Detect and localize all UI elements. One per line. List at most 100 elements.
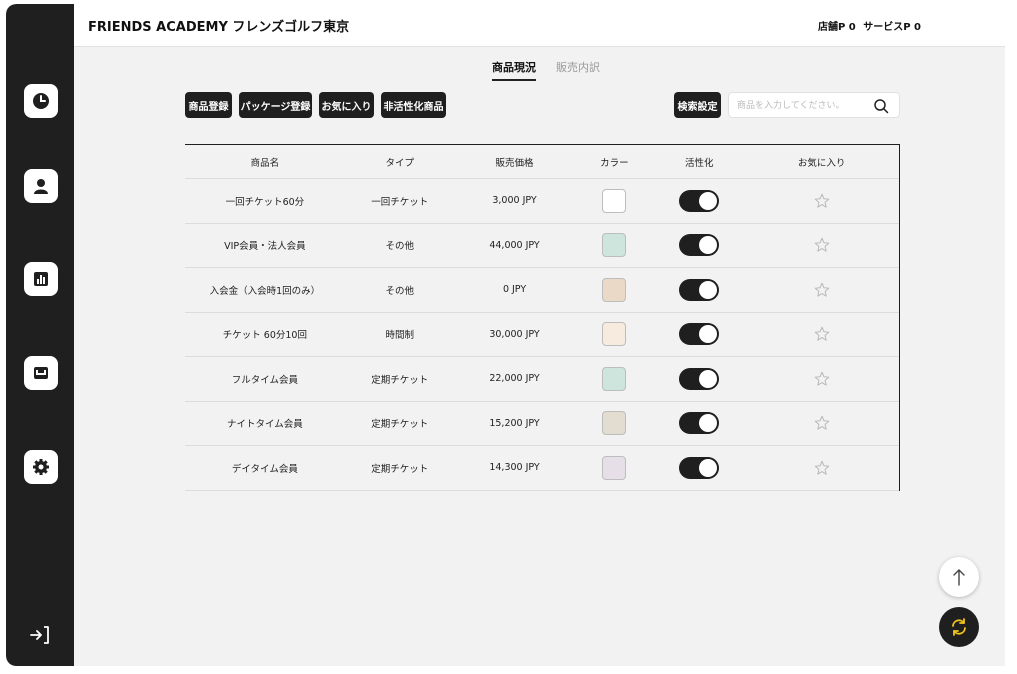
toggle-knob xyxy=(699,458,718,477)
color-cell xyxy=(574,411,654,436)
table-header-row: 商品名 タイプ 販売価格 カラー 活性化 お気に入り xyxy=(185,145,899,179)
active-cell xyxy=(654,189,744,212)
refresh-icon xyxy=(952,618,966,636)
color-swatch[interactable] xyxy=(602,188,627,213)
points-display: 店舗P 0 サービスP 0 xyxy=(814,18,921,33)
product-type: 定期チケット xyxy=(371,463,429,475)
color-swatch[interactable] xyxy=(602,455,627,480)
table-row[interactable]: デイタイム会員 定期チケット 14,300 JPY xyxy=(185,446,899,491)
active-toggle[interactable] xyxy=(679,412,720,435)
register-package-button[interactable]: パッケージ登録 xyxy=(239,92,312,118)
table-row[interactable]: 入会金（入会時1回のみ） その他 0 JPY xyxy=(185,268,899,313)
color-swatch[interactable] xyxy=(602,277,627,302)
star-icon[interactable] xyxy=(813,192,831,210)
active-cell xyxy=(654,367,744,390)
column-header: 商品名 xyxy=(250,157,280,169)
favorite-cell xyxy=(744,192,899,210)
active-cell xyxy=(654,323,744,346)
search-settings-button[interactable]: 検索設定 xyxy=(674,92,721,118)
favorite-cell xyxy=(744,459,899,477)
search-box xyxy=(728,92,900,118)
arrow-up-icon xyxy=(953,569,965,586)
gear-icon xyxy=(33,459,49,475)
star-icon[interactable] xyxy=(813,236,831,254)
table-row[interactable]: 一回チケット60分 一回チケット 3,000 JPY xyxy=(185,179,899,224)
column-header: お気に入り xyxy=(797,157,846,169)
active-toggle[interactable] xyxy=(679,189,720,212)
active-toggle[interactable] xyxy=(679,278,720,301)
sidebar-item-schedule[interactable] xyxy=(24,84,58,118)
active-cell xyxy=(654,278,744,301)
favorite-cell xyxy=(744,281,899,299)
toggle-knob xyxy=(699,191,718,210)
logout-icon[interactable] xyxy=(28,623,52,647)
product-table: 商品名 タイプ 販売価格 カラー 活性化 お気に入り 一回チケット60分 一回チケ… xyxy=(185,144,900,491)
active-toggle[interactable] xyxy=(679,323,720,346)
color-swatch[interactable] xyxy=(602,411,627,436)
brand-title: FRIENDS ACADEMY フレンズゴルフ東京 xyxy=(88,20,350,35)
toggle-knob xyxy=(699,236,718,255)
product-price: 30,000 JPY xyxy=(489,328,540,340)
column-header: 販売価格 xyxy=(495,157,534,169)
favorites-button[interactable]: お気に入り xyxy=(319,92,374,118)
inactive-products-button[interactable]: 非活性化商品 xyxy=(381,92,446,118)
star-icon[interactable] xyxy=(813,459,831,477)
color-cell xyxy=(574,366,654,391)
product-price: 14,300 JPY xyxy=(489,462,540,474)
search-input[interactable] xyxy=(737,98,867,114)
active-toggle[interactable] xyxy=(679,234,720,257)
register-product-button[interactable]: 商品登録 xyxy=(185,92,232,118)
color-cell xyxy=(574,188,654,213)
column-header: カラー xyxy=(600,157,629,169)
toggle-knob xyxy=(699,369,718,388)
sidebar-item-settings[interactable] xyxy=(24,450,58,484)
product-name: VIP会員・法人会員 xyxy=(224,241,306,253)
star-icon[interactable] xyxy=(813,281,831,299)
product-name: ナイトタイム会員 xyxy=(226,419,303,431)
favorite-cell xyxy=(744,236,899,254)
color-cell xyxy=(574,322,654,347)
table-row[interactable]: VIP会員・法人会員 その他 44,000 JPY xyxy=(185,224,899,268)
toggle-knob xyxy=(699,414,718,433)
refresh-button[interactable] xyxy=(939,607,979,647)
service-points: サービスP 0 xyxy=(863,22,921,33)
product-name: デイタイム会員 xyxy=(231,463,298,475)
product-type: 定期チケット xyxy=(371,374,429,386)
column-header: 活性化 xyxy=(685,157,714,169)
search-icon[interactable] xyxy=(873,98,889,114)
product-price: 0 JPY xyxy=(502,284,527,296)
toggle-knob xyxy=(699,280,718,299)
product-name: フルタイム会員 xyxy=(231,374,299,386)
color-swatch[interactable] xyxy=(602,366,627,391)
sidebar-item-members[interactable] xyxy=(24,169,58,203)
chart-icon xyxy=(34,272,48,286)
inbox-icon xyxy=(34,367,48,379)
scroll-top-button[interactable] xyxy=(939,557,979,597)
table-row[interactable]: チケット 60分10回 時間制 30,000 JPY xyxy=(185,313,899,357)
sidebar-item-products[interactable] xyxy=(24,356,58,390)
toggle-knob xyxy=(699,325,718,344)
product-type: 時間制 xyxy=(385,330,414,342)
sidebar-item-statistics[interactable] xyxy=(24,262,58,296)
product-type: 一回チケット xyxy=(371,196,429,208)
product-type: その他 xyxy=(385,241,414,253)
color-cell xyxy=(574,277,654,302)
table-row[interactable]: ナイトタイム会員 定期チケット 15,200 JPY xyxy=(185,402,899,446)
product-type: 定期チケット xyxy=(371,419,429,431)
active-toggle[interactable] xyxy=(679,456,720,479)
user-icon xyxy=(34,179,48,194)
tab-bar: 商品現況 販売内訳 xyxy=(492,59,600,81)
product-price: 22,000 JPY xyxy=(489,373,540,385)
table-row[interactable]: フルタイム会員 定期チケット 22,000 JPY xyxy=(185,357,899,402)
product-name: 入会金（入会時1回のみ） xyxy=(209,285,321,297)
active-toggle[interactable] xyxy=(679,367,720,390)
star-icon[interactable] xyxy=(813,325,831,343)
tab-sales-breakdown[interactable]: 販売内訳 xyxy=(556,59,600,81)
tab-product-status[interactable]: 商品現況 xyxy=(492,59,536,81)
color-swatch[interactable] xyxy=(602,322,627,347)
store-points: 店舗P 0 xyxy=(817,22,856,33)
clock-icon xyxy=(33,93,49,109)
star-icon[interactable] xyxy=(813,370,831,388)
star-icon[interactable] xyxy=(813,414,831,432)
color-swatch[interactable] xyxy=(602,233,627,258)
